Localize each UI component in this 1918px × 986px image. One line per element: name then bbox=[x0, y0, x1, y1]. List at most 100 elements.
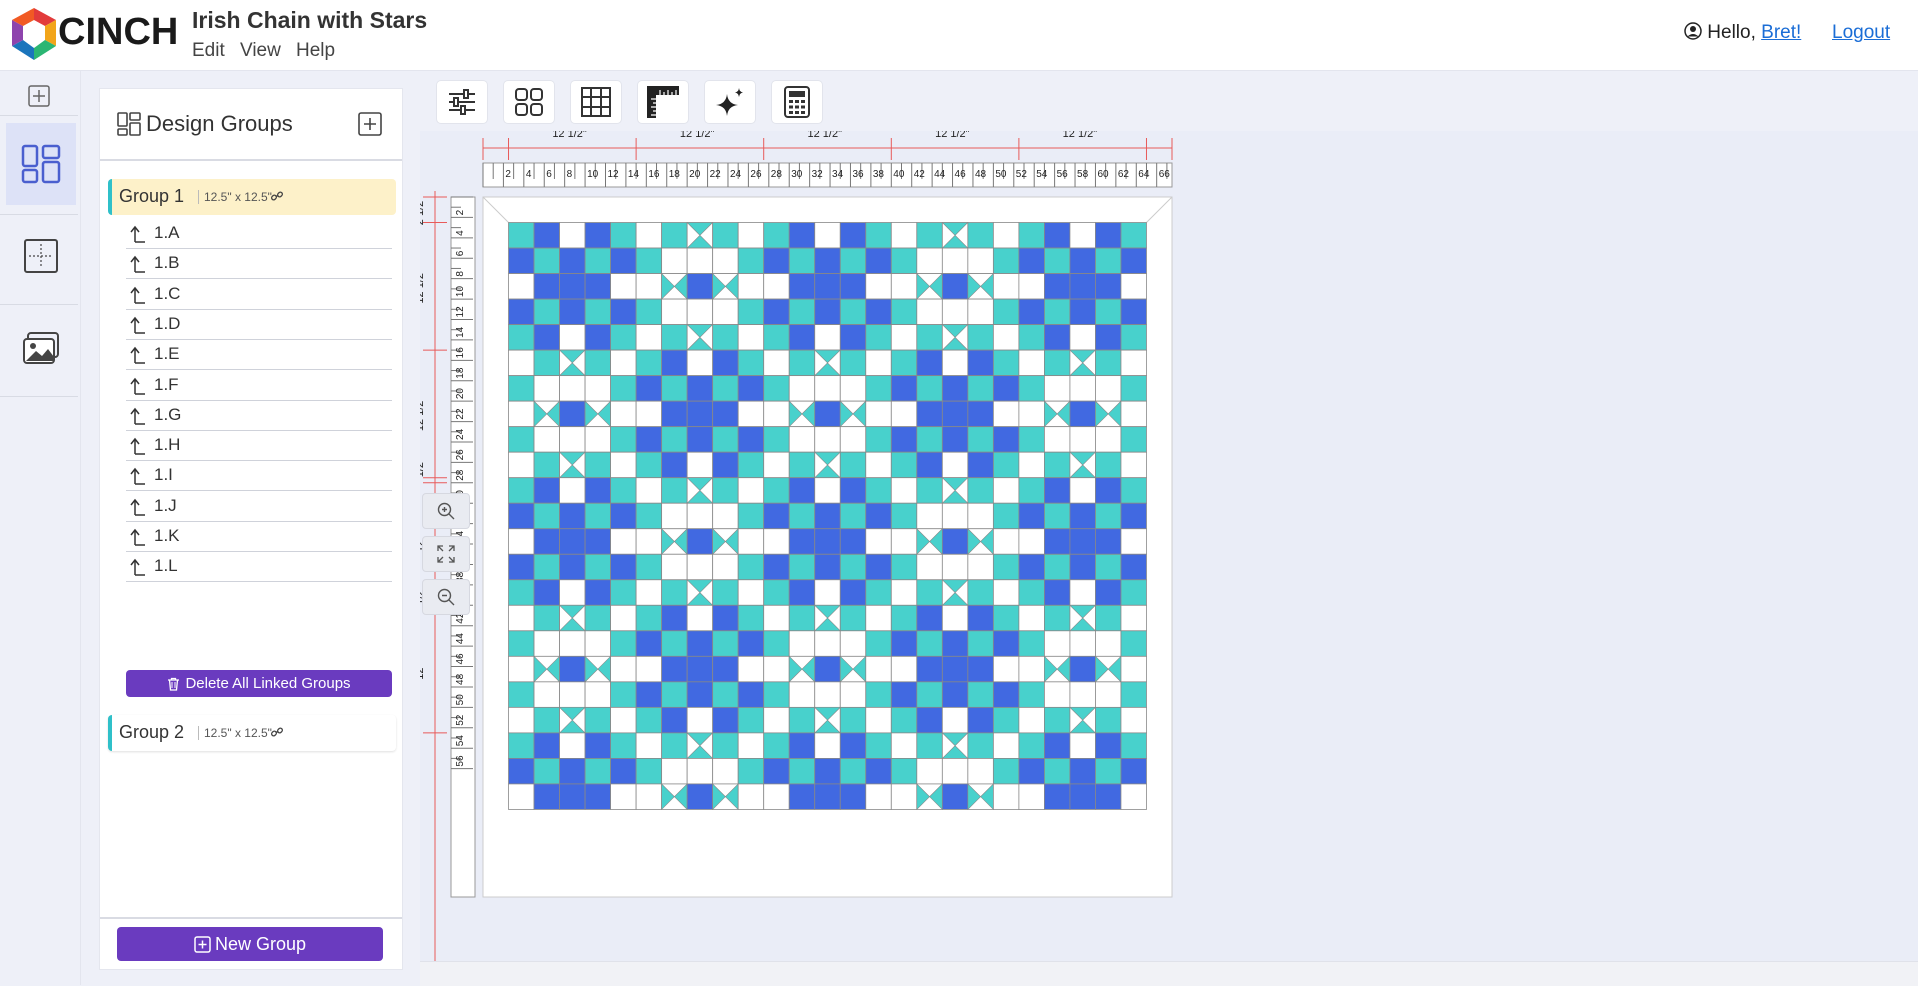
quilt-patch bbox=[839, 298, 867, 325]
group-2-header[interactable]: Group 2 12.5" x 12.5" bbox=[108, 715, 396, 751]
quilt-patch bbox=[610, 706, 637, 734]
quilt-patch bbox=[508, 426, 535, 453]
add-group-icon[interactable] bbox=[358, 112, 382, 136]
quilt-patch bbox=[1018, 375, 1045, 402]
linked-group-label: 1.J bbox=[154, 495, 177, 515]
quilt-patch bbox=[839, 553, 867, 581]
quilt-patch bbox=[559, 247, 586, 274]
quilt-patch bbox=[916, 604, 943, 632]
quilt-patch bbox=[584, 579, 611, 606]
zoom-out-icon[interactable] bbox=[422, 579, 470, 615]
design-canvas[interactable]: 2 1/2" 12 1/2" 12 1/2" 12 1/2" 12 1/2" 12 1/2… bbox=[420, 131, 1918, 961]
quilt-patch bbox=[1044, 783, 1071, 810]
quilt-patch bbox=[508, 758, 535, 785]
fit-screen-icon[interactable] bbox=[422, 536, 470, 572]
quilt-patch bbox=[839, 324, 867, 351]
sliders-icon[interactable] bbox=[437, 81, 487, 123]
linked-group-label: 1.C bbox=[154, 283, 181, 303]
gallery-icon[interactable] bbox=[6, 307, 76, 389]
branch-arrow-icon bbox=[130, 498, 145, 516]
quilt-patch bbox=[610, 579, 637, 606]
quilt-patch bbox=[584, 298, 611, 325]
quilt-patch bbox=[559, 477, 586, 504]
block-layout-icon[interactable] bbox=[6, 215, 76, 297]
add-icon[interactable] bbox=[28, 85, 50, 107]
delete-linked-groups-button[interactable]: Delete All Linked Groups bbox=[126, 670, 392, 697]
quilt-patch bbox=[712, 502, 739, 530]
quilt-patch bbox=[584, 375, 611, 402]
quilt-patch bbox=[508, 349, 535, 377]
quilt-patch bbox=[1069, 783, 1096, 810]
quilt-patch bbox=[508, 222, 535, 249]
quilt-patch bbox=[1018, 298, 1045, 325]
linked-group-item[interactable]: 1.K bbox=[126, 521, 392, 552]
quilt-patch bbox=[584, 528, 611, 555]
linked-group-item[interactable]: 1.E bbox=[126, 339, 392, 371]
quilt-patch bbox=[814, 758, 841, 785]
quilt-patch bbox=[712, 426, 739, 453]
quilt-patch bbox=[916, 477, 943, 504]
quilt-patch bbox=[992, 247, 1020, 274]
calculator-icon[interactable] bbox=[772, 81, 822, 123]
sparkles-icon[interactable] bbox=[705, 81, 755, 123]
branch-arrow-icon bbox=[130, 437, 145, 455]
linked-group-item[interactable]: 1.D bbox=[126, 309, 392, 340]
linked-group-item[interactable]: 1.G bbox=[126, 400, 392, 431]
quilt-patch bbox=[1044, 553, 1071, 581]
design-groups-icon[interactable] bbox=[6, 123, 76, 205]
linked-group-item[interactable]: 1.J bbox=[126, 491, 392, 522]
menu-help[interactable]: Help bbox=[296, 40, 335, 62]
quilt-patch bbox=[686, 273, 714, 300]
quilt-patch bbox=[839, 783, 867, 810]
quilt-patch bbox=[1095, 349, 1122, 377]
menu-view[interactable]: View bbox=[240, 40, 281, 62]
quilt-patch bbox=[941, 655, 969, 683]
quilt-patch bbox=[737, 604, 765, 632]
grid-3x3-icon[interactable] bbox=[571, 81, 621, 123]
quilt-patch bbox=[865, 400, 892, 428]
linked-group-item[interactable]: 1.F bbox=[126, 370, 392, 401]
quilt-patch bbox=[1095, 324, 1122, 351]
quilt-patch bbox=[1018, 222, 1045, 249]
group-1-header[interactable]: Group 1 12.5" x 12.5" bbox=[108, 179, 396, 215]
linked-group-item[interactable]: 1.I bbox=[126, 460, 392, 492]
linked-group-item[interactable]: 1.L bbox=[126, 551, 392, 583]
linked-group-item[interactable]: 1.H bbox=[126, 430, 392, 462]
ruler-icon[interactable] bbox=[638, 81, 688, 123]
quilt-patch bbox=[1018, 451, 1045, 479]
quilt-patch bbox=[1069, 502, 1096, 530]
quilt-patch bbox=[559, 324, 586, 351]
zoom-in-icon[interactable] bbox=[422, 493, 470, 529]
quilt-patch bbox=[1069, 298, 1096, 325]
quilt-patch bbox=[559, 298, 586, 325]
username-link[interactable]: Bret! bbox=[1761, 22, 1801, 43]
new-group-button[interactable]: New Group bbox=[117, 927, 383, 961]
logout-link[interactable]: Logout bbox=[1832, 22, 1890, 44]
quilt-patch bbox=[992, 528, 1020, 555]
grid-2x2-icon[interactable] bbox=[504, 81, 554, 123]
quilt-patch bbox=[814, 783, 841, 810]
quilt-patch bbox=[661, 758, 688, 785]
quilt-patch bbox=[737, 273, 765, 300]
quilt-patch bbox=[1095, 222, 1122, 249]
quilt-patch bbox=[1018, 706, 1045, 734]
quilt-patch bbox=[661, 604, 688, 632]
quilt-patch bbox=[890, 247, 918, 274]
quilt-patch bbox=[992, 758, 1020, 785]
linked-group-item[interactable]: 1.C bbox=[126, 279, 392, 310]
quilt-patch bbox=[1069, 681, 1096, 708]
branch-arrow-icon bbox=[130, 256, 145, 274]
quilt-canvas[interactable]: 2 1/2" 12 1/2" 12 1/2" 12 1/2" 12 1/2" 12 1/2… bbox=[420, 131, 1918, 961]
quilt-patch bbox=[712, 732, 739, 759]
horizontal-scrollbar[interactable] bbox=[420, 961, 1918, 986]
linked-group-item[interactable]: 1.B bbox=[126, 248, 392, 280]
branch-arrow-icon bbox=[130, 225, 145, 243]
quilt-patch bbox=[788, 349, 816, 377]
quilt-patch bbox=[1018, 247, 1045, 274]
top-ruler-tick-label: 50 bbox=[995, 169, 1007, 180]
quilt-patch bbox=[1120, 604, 1147, 632]
menu-edit[interactable]: Edit bbox=[192, 40, 225, 62]
quilt-patch bbox=[686, 706, 714, 734]
quilt-patch bbox=[916, 298, 943, 325]
linked-group-item[interactable]: 1.A bbox=[126, 218, 392, 249]
